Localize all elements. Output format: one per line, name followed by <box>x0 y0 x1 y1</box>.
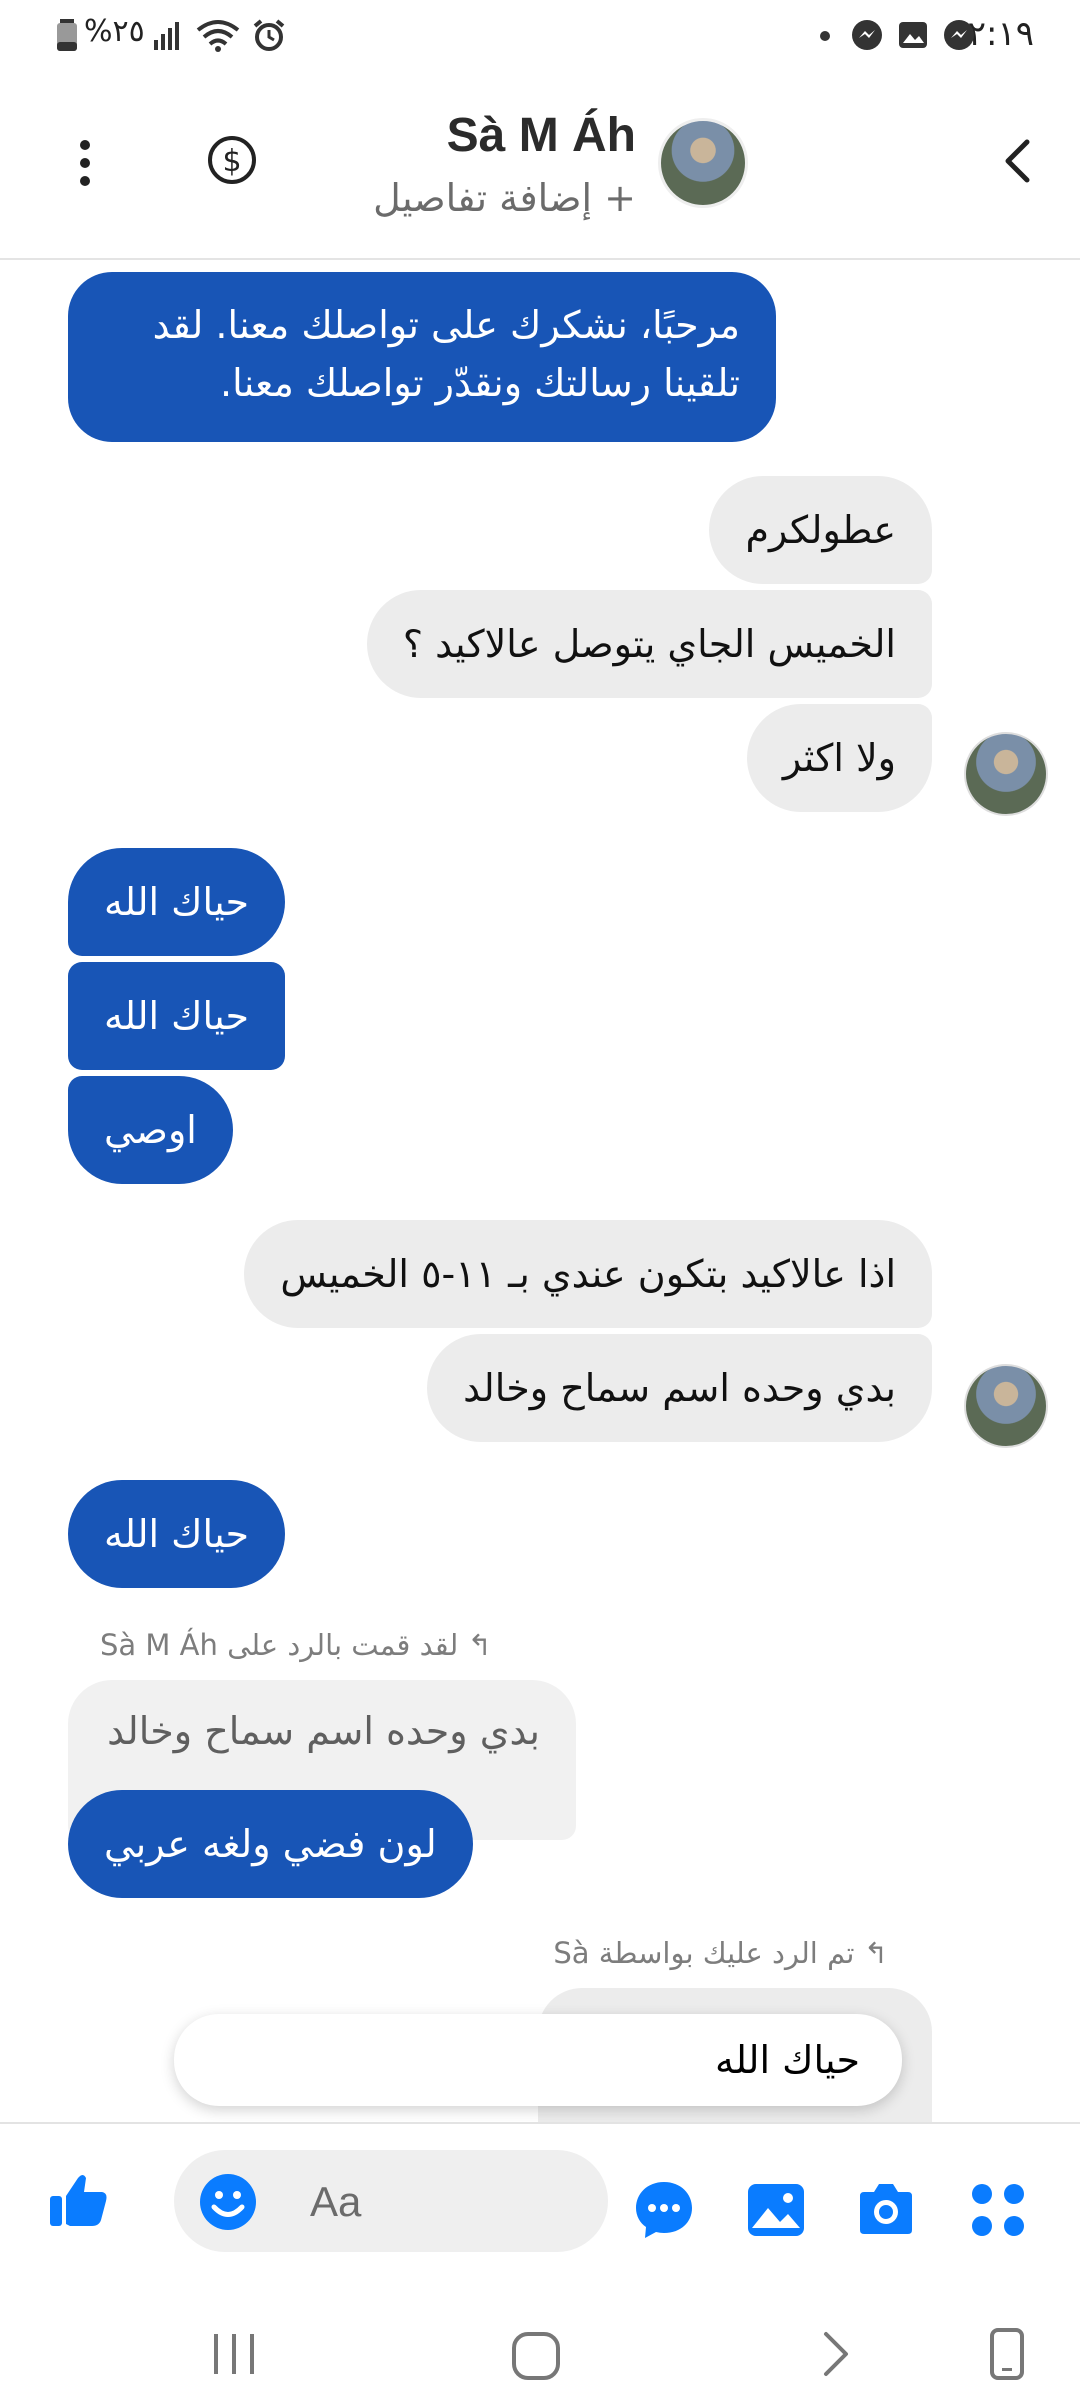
message-text: اذا عالاكيد بتكون عندي بـ ١١-٥ الخميس <box>280 1252 896 1296</box>
message-bubble-incoming[interactable]: بدي وحده اسم سماح وخالد <box>427 1334 932 1442</box>
reply-note-text: تم الرد عليك بواسطة Sà <box>553 1936 855 1970</box>
message-bubble-incoming[interactable]: الخميس الجاي يتوصل عالاكيد ؟ <box>366 590 932 698</box>
message-text-line: مرحبًا، نشكرك على تواصلك معنا. لقد <box>152 303 740 347</box>
payment-dollar-icon[interactable]: $ <box>206 134 258 186</box>
battery-percent: %٢٥ <box>84 14 145 49</box>
status-bar: ١٢:١٩ %٢٥ <box>0 0 1080 72</box>
more-notifications-dot <box>820 31 830 41</box>
back-nav-icon[interactable] <box>810 2328 862 2380</box>
conversation-header: $ Sà M Áh + إضافة تفاصيل <box>0 72 1080 260</box>
wifi-icon <box>196 20 240 52</box>
message-input-placeholder: Aa <box>310 2178 362 2225</box>
messenger-notification-icon-2 <box>852 20 882 50</box>
message-bubble-outgoing[interactable]: اوصي <box>68 1076 233 1184</box>
reply-note-text: لقد قمت بالرد على Sà M Áh <box>100 1628 459 1662</box>
battery-icon <box>57 19 77 51</box>
emoji-icon[interactable] <box>196 2170 260 2234</box>
message-bubble-incoming[interactable]: عطولكرم <box>709 476 932 584</box>
reply-arrow-icon: ↰ <box>863 1936 888 1970</box>
floating-message-preview[interactable]: حياك الله <box>174 2014 902 2106</box>
contact-name[interactable]: Sà M Áh <box>447 108 636 163</box>
message-bubble-outgoing[interactable]: حياك الله <box>68 848 286 956</box>
message-input[interactable]: Aa <box>174 2150 608 2252</box>
message-text: بدي وحده اسم سماح وخالد <box>463 1366 896 1410</box>
message-text: عطولكرم <box>745 508 896 552</box>
message-text: الخميس الجاي يتوصل عالاكيد ؟ <box>402 622 896 666</box>
message-bubble-incoming[interactable]: ولا اكثر <box>746 704 932 812</box>
message-text: ولا اكثر <box>782 736 896 780</box>
svg-text:$: $ <box>222 144 241 179</box>
messenger-notification-icon <box>944 20 974 50</box>
alarm-icon <box>253 19 285 51</box>
messenger-chat-icon[interactable] <box>632 2178 696 2242</box>
message-text: لون فضي ولغه عربي <box>104 1822 437 1866</box>
signal-icon <box>154 22 179 50</box>
message-text: اوصي <box>104 1108 197 1152</box>
reply-arrow-icon: ↰ <box>467 1628 492 1662</box>
quoted-text: بدي وحده اسم سماح وخالد <box>107 1709 540 1753</box>
message-text: حياك الله <box>104 1512 250 1556</box>
more-apps-grid-icon[interactable] <box>966 2178 1030 2242</box>
more-options-icon[interactable] <box>70 138 100 188</box>
message-bubble-outgoing[interactable]: مرحبًا، نشكرك على تواصلك معنا. لقد تلقين… <box>68 272 776 442</box>
message-text: حياك الله <box>104 994 250 1038</box>
gallery-image-icon[interactable] <box>744 2178 808 2242</box>
message-bubble-outgoing[interactable]: حياك الله <box>68 962 286 1070</box>
message-bubble-incoming[interactable]: اذا عالاكيد بتكون عندي بـ ١١-٥ الخميس <box>244 1220 932 1328</box>
camera-icon[interactable] <box>854 2178 918 2242</box>
back-arrow-icon[interactable] <box>992 134 1046 188</box>
like-thumbs-up-icon[interactable] <box>46 2168 110 2232</box>
message-text: حياك الله <box>104 880 250 924</box>
floating-preview-text: حياك الله <box>714 2038 860 2082</box>
contact-avatar[interactable] <box>658 118 748 208</box>
sender-avatar[interactable] <box>964 1364 1048 1448</box>
message-composer: Aa <box>0 2122 1080 2296</box>
recent-apps-icon[interactable] <box>208 2328 260 2380</box>
system-navigation-bar <box>0 2300 1080 2408</box>
message-bubble-outgoing[interactable]: لون فضي ولغه عربي <box>68 1790 473 1898</box>
home-icon[interactable] <box>508 2328 564 2384</box>
message-bubble-outgoing[interactable]: حياك الله <box>68 1480 286 1588</box>
sender-avatar[interactable] <box>964 732 1048 816</box>
image-notification-icon <box>899 22 927 48</box>
rotate-screen-icon[interactable] <box>984 2326 1030 2382</box>
message-text-line: تلقينا رسالتك ونقدّر تواصلك معنا. <box>220 361 740 405</box>
add-details-link[interactable]: + إضافة تفاصيل <box>373 176 636 220</box>
message-list[interactable]: مرحبًا، نشكرك على تواصلك معنا. لقد تلقين… <box>0 258 1080 2128</box>
reply-note: ↰ لقد قمت بالرد على Sà M Áh <box>100 1628 492 1662</box>
reply-note: ↰ تم الرد عليك بواسطة Sà <box>553 1936 888 1970</box>
